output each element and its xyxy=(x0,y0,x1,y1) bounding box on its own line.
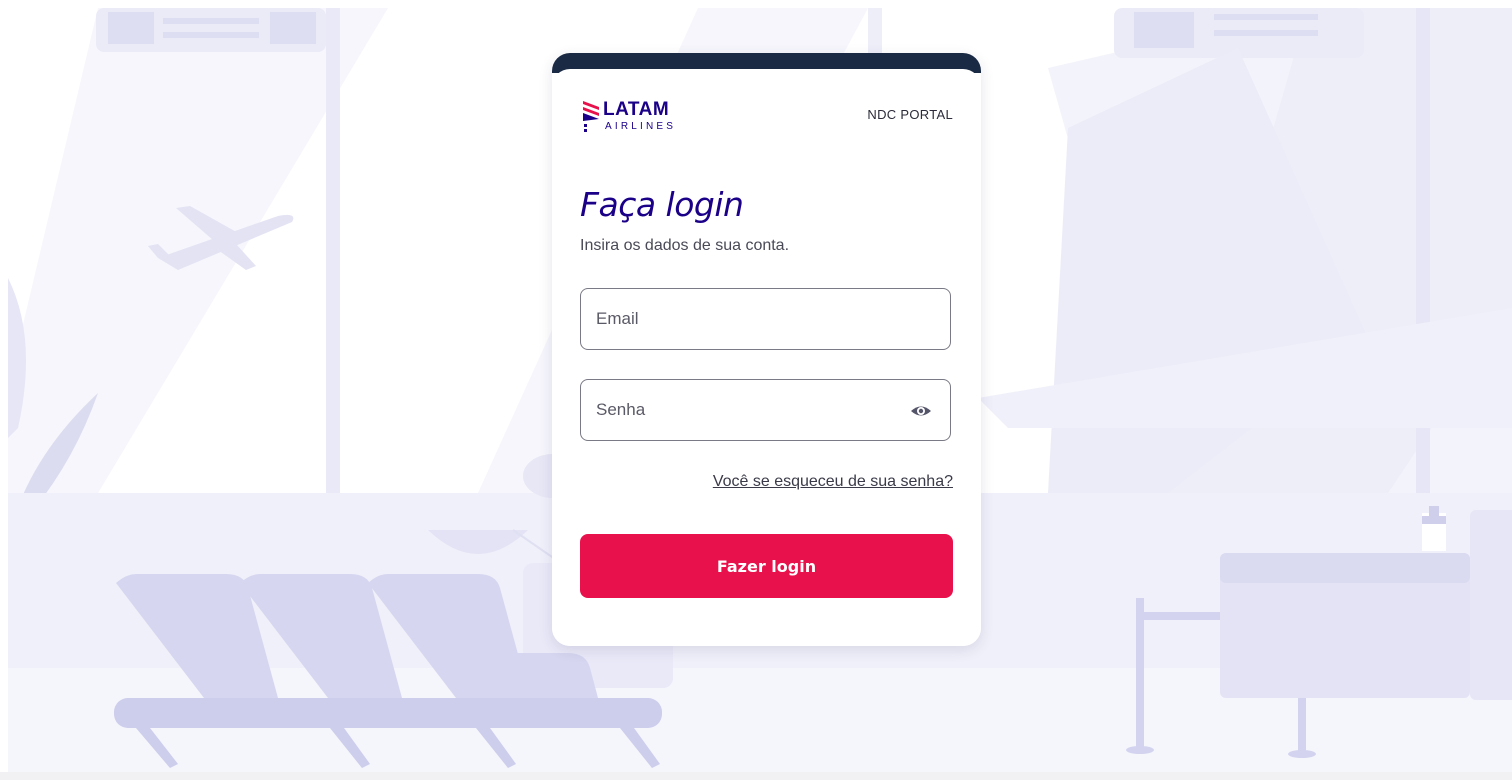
latam-wing-icon xyxy=(583,101,599,132)
email-field[interactable] xyxy=(580,288,951,350)
latam-logo: LATAM AIRLINES xyxy=(581,99,701,137)
password-input[interactable] xyxy=(596,380,896,440)
page-title: Faça login xyxy=(580,185,744,224)
email-input[interactable] xyxy=(596,289,896,349)
login-card: LATAM AIRLINES NDC PORTAL Faça login Ins… xyxy=(552,53,981,646)
page-bottom-strip xyxy=(0,772,1512,780)
page-subtitle: Insira os dados de sua conta. xyxy=(580,237,790,254)
login-button[interactable]: Fazer login xyxy=(580,534,953,598)
logo-subtitle: AIRLINES xyxy=(605,121,677,132)
eye-icon[interactable] xyxy=(910,401,932,421)
card-body: LATAM AIRLINES NDC PORTAL Faça login Ins… xyxy=(552,69,981,646)
password-field[interactable] xyxy=(580,379,951,441)
portal-label: NDC PORTAL xyxy=(867,107,953,122)
logo-wordmark: LATAM xyxy=(603,99,670,120)
forgot-password-link[interactable]: Você se esqueceu de sua senha? xyxy=(713,473,953,491)
